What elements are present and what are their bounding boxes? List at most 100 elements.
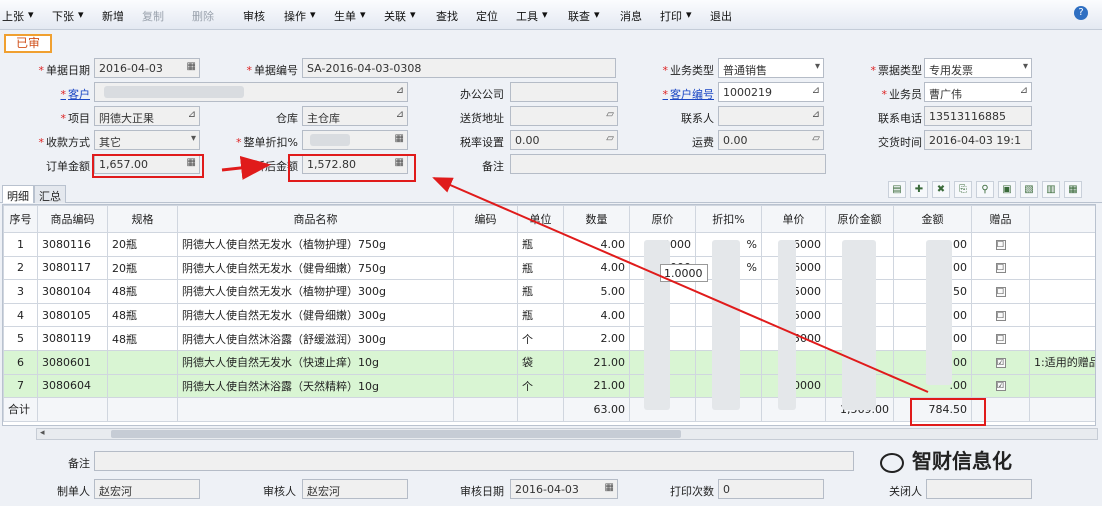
menu-delete[interactable]: 删除 (192, 8, 214, 24)
cell-extra[interactable] (1029, 232, 1095, 257)
col-header[interactable]: 商品名称 (177, 205, 454, 233)
col-header[interactable]: 赠品 (971, 205, 1030, 233)
col-header[interactable]: 单位 (517, 205, 564, 233)
delete-row-icon[interactable]: ✖ (932, 181, 950, 198)
cell-unit[interactable]: 瓶 (517, 255, 564, 281)
cell-code[interactable]: 3080601 (37, 349, 108, 375)
freight-field[interactable]: 0.00 ▱ (718, 130, 824, 150)
cell-name[interactable]: 阴德大人使自然无发水（快速止痒）10g (177, 349, 454, 375)
cell-gift[interactable]: ☐ (971, 232, 1030, 257)
gift-checkbox[interactable]: ☐ (995, 334, 1006, 345)
cell-gift[interactable]: ☐ (971, 255, 1030, 281)
remark-field[interactable] (510, 154, 826, 174)
col-header[interactable]: 原价金额 (825, 205, 894, 233)
scroll-left-icon[interactable]: ◂ (40, 428, 45, 438)
cell-b[interactable] (453, 373, 518, 399)
menu-tools[interactable]: 工具 (516, 8, 538, 24)
cell-spec[interactable]: 20瓶 (107, 255, 178, 281)
cell-name[interactable]: 阴德大人使自然无发水（植物护理）750g (177, 232, 454, 257)
menu-operate[interactable]: 操作 (284, 8, 306, 24)
settle-type-select[interactable]: 专用发票 ▾ (924, 58, 1032, 78)
cell-name[interactable]: 阴德大人使自然无发水（健骨细嫩）300g (177, 302, 454, 328)
cell-qty[interactable]: 4.00 (563, 255, 630, 281)
cell-b[interactable] (453, 232, 518, 257)
horizontal-scrollbar[interactable] (36, 428, 1098, 440)
col-header[interactable]: 原价 (629, 205, 696, 233)
menu-message[interactable]: 消息 (620, 8, 642, 24)
chart-icon[interactable]: ▥ (1042, 181, 1060, 198)
menu-generate[interactable]: 生单 (334, 8, 356, 24)
cell-qty[interactable]: 5.00 (563, 279, 630, 304)
cell-qty[interactable]: 4.00 (563, 302, 630, 328)
phone-field[interactable]: 13513116885 (924, 106, 1032, 126)
cell-qty[interactable]: 4.00 (563, 232, 630, 257)
tax-field[interactable]: 0.00 ▱ (510, 130, 618, 150)
cell-code[interactable]: 3080117 (37, 255, 108, 281)
cell-gift[interactable]: ☐ (971, 302, 1030, 328)
warehouse-field[interactable]: 主仓库 ⊿ (302, 106, 408, 126)
col-header[interactable] (1029, 205, 1095, 233)
cell-extra[interactable] (1029, 326, 1095, 351)
help-icon[interactable]: ? (1074, 6, 1088, 20)
cell-no[interactable]: 4 (3, 302, 38, 328)
gift-checkbox[interactable]: ☑ (995, 381, 1006, 392)
col-header[interactable]: 序号 (3, 205, 38, 233)
col-header[interactable]: 金额 (893, 205, 972, 233)
tab-summary[interactable]: 汇总 (34, 185, 66, 203)
menu-locate[interactable]: 定位 (476, 8, 498, 24)
menu-audit[interactable]: 审核 (243, 8, 265, 24)
image-icon[interactable]: ▧ (1020, 181, 1038, 198)
cell-unit[interactable]: 个 (517, 326, 564, 351)
footer-remark-field[interactable] (94, 451, 854, 471)
menu-link[interactable]: 关联 (384, 8, 406, 24)
menu-next[interactable]: 下张 (52, 8, 74, 24)
menu-new[interactable]: 新增 (102, 8, 124, 24)
cell-spec[interactable] (107, 349, 178, 375)
cell-spec[interactable]: 20瓶 (107, 232, 178, 257)
menu-print[interactable]: 打印 (660, 8, 682, 24)
cell-no[interactable]: 5 (3, 326, 38, 351)
cell-code[interactable]: 3080119 (37, 326, 108, 351)
cell-no[interactable]: 1 (3, 232, 38, 257)
col-header[interactable]: 折扣% (695, 205, 762, 233)
cell-spec[interactable] (107, 373, 178, 399)
cell-gift[interactable]: ☐ (971, 326, 1030, 351)
tab-detail[interactable]: 明细 (2, 185, 34, 203)
cell-name[interactable]: 阴德大人使自然沐浴露（舒缓滋润）300g (177, 326, 454, 351)
cell-no[interactable]: 7 (3, 373, 38, 399)
cell-b[interactable] (453, 279, 518, 304)
add-row-icon[interactable]: ✚ (910, 181, 928, 198)
col-header[interactable]: 商品编码 (37, 205, 108, 233)
menu-find[interactable]: 查找 (436, 8, 458, 24)
col-header[interactable]: 编码 (453, 205, 518, 233)
salesman-field[interactable]: 曹广伟 ⊿ (924, 82, 1032, 102)
cell-extra[interactable] (1029, 279, 1095, 304)
cell-extra[interactable]: 1:适用的赠品 (1029, 349, 1095, 375)
cell-unit[interactable]: 个 (517, 373, 564, 399)
cell-no[interactable]: 6 (3, 349, 38, 375)
cell-qty[interactable]: 21.00 (563, 349, 630, 375)
cell-unit[interactable]: 瓶 (517, 279, 564, 304)
cell-b[interactable] (453, 349, 518, 375)
cell-gift[interactable]: ☑ (971, 373, 1030, 399)
copy-row-icon[interactable]: ⎘ (954, 181, 972, 198)
project-field[interactable]: 阴德大正果 ⊿ (94, 106, 200, 126)
cell-extra[interactable] (1029, 255, 1095, 281)
cell-name[interactable]: 阴德大人使自然无发水（健骨细嫩）750g (177, 255, 454, 281)
menu-copy[interactable]: 复制 (142, 8, 164, 24)
cell-b[interactable] (453, 302, 518, 328)
biz-type-select[interactable]: 普通销售 ▾ (718, 58, 824, 78)
customer-label[interactable]: 客户 (40, 86, 90, 102)
cell-name[interactable]: 阴德大人使自然无发水（植物护理）300g (177, 279, 454, 304)
col-header[interactable]: 数量 (563, 205, 630, 233)
cell-no[interactable]: 2 (3, 255, 38, 281)
col-header[interactable]: 规格 (107, 205, 178, 233)
cell-spec[interactable]: 48瓶 (107, 302, 178, 328)
cell-b[interactable] (453, 326, 518, 351)
cell-name[interactable]: 阴德大人使自然沐浴露（天然精粹）10g (177, 373, 454, 399)
doc-date-field[interactable]: 2016-04-03 ▦ (94, 58, 200, 78)
cell-unit[interactable]: 瓶 (517, 232, 564, 257)
cell-no[interactable]: 3 (3, 279, 38, 304)
menu-query[interactable]: 联查 (568, 8, 590, 24)
gift-checkbox[interactable]: ☑ (995, 357, 1006, 368)
